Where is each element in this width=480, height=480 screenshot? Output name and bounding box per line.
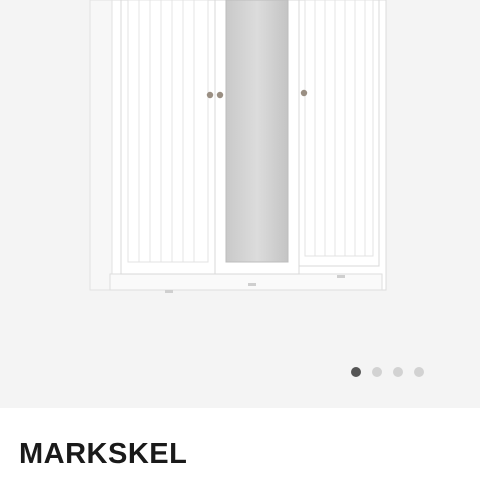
left-door: [120, 0, 216, 275]
door-knob: [216, 91, 224, 99]
carousel-dot[interactable]: [372, 367, 382, 377]
wardrobe-image: [89, 0, 387, 293]
door-knob: [300, 89, 308, 97]
carousel-dot[interactable]: [414, 367, 424, 377]
door-knob: [206, 91, 214, 99]
mirror-door: [214, 0, 300, 275]
carousel-pagination: [351, 367, 424, 377]
carousel-dot[interactable]: [351, 367, 361, 377]
product-image-gallery[interactable]: [0, 0, 480, 408]
right-door: [298, 0, 380, 267]
carousel-dot[interactable]: [393, 367, 403, 377]
product-title: MARKSKEL: [19, 438, 188, 470]
